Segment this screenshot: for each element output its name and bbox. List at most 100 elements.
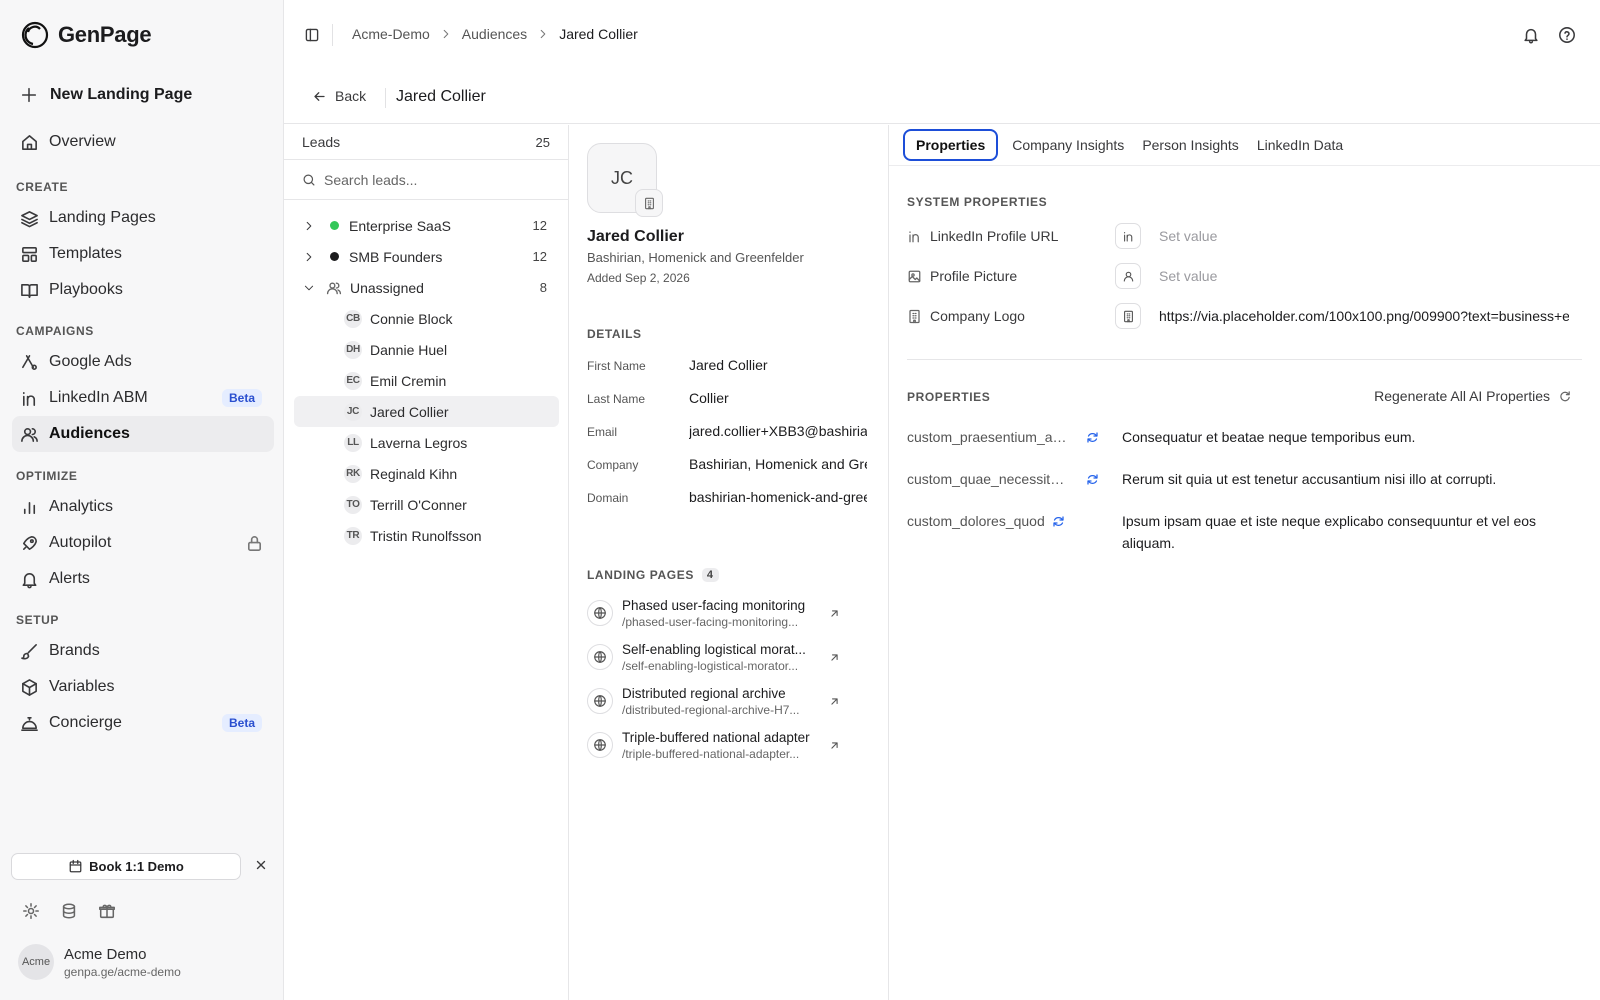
lead-item[interactable]: EC Emil Cremin: [294, 365, 559, 396]
group-enterprise-saas[interactable]: Enterprise SaaS 12: [294, 210, 559, 241]
linkedin-icon: [1123, 231, 1132, 242]
nav-brands[interactable]: Brands: [12, 633, 274, 669]
nav-audiences[interactable]: Audiences: [12, 416, 274, 452]
lead-item[interactable]: LL Laverna Legros: [294, 427, 559, 458]
tab-properties[interactable]: Properties: [903, 129, 999, 161]
nav-templates[interactable]: Templates: [12, 236, 274, 272]
external-link-icon[interactable]: [828, 651, 841, 664]
lead-company: Bashirian, Homenick and Greenfelder: [587, 250, 804, 265]
lead-search: [284, 160, 568, 200]
help-icon[interactable]: [1558, 26, 1576, 44]
lead-initials: TO: [344, 495, 362, 514]
tab-linkedin-data[interactable]: LinkedIn Data: [1249, 129, 1351, 161]
users-icon: [21, 427, 38, 442]
detail-value[interactable]: jared.collier+XBB3@bashirian: [689, 423, 867, 439]
custom-property-value[interactable]: Ipsum ipsam quae et iste neque explicabo…: [1122, 510, 1572, 554]
nav-google-ads[interactable]: Google Ads: [12, 344, 274, 380]
landing-page-title: Phased user-facing monitoring: [622, 597, 806, 613]
landing-page-item[interactable]: Phased user-facing monitoring/phased-use…: [587, 593, 877, 633]
group-unassigned[interactable]: Unassigned 8: [294, 272, 559, 303]
nav-playbooks[interactable]: Playbooks: [12, 272, 274, 308]
external-link-icon[interactable]: [828, 739, 841, 752]
breadcrumb-current: Jared Collier: [559, 26, 638, 42]
system-property-value[interactable]: https://via.placeholder.com/100x100.png/…: [1159, 308, 1569, 324]
system-property-value[interactable]: Set value: [1159, 228, 1217, 244]
nav-concierge[interactable]: Concierge Beta: [12, 705, 274, 741]
sidebar-toggle-icon[interactable]: [304, 27, 320, 43]
company-logo-source-button[interactable]: [1115, 303, 1141, 329]
lead-item[interactable]: DH Dannie Huel: [294, 334, 559, 365]
detail-label: First Name: [587, 359, 646, 373]
custom-property-row: custom_praesentium_ass... Consequatur et…: [907, 429, 1587, 448]
breadcrumb-item[interactable]: Audiences: [462, 26, 527, 42]
calendar-icon: [69, 859, 82, 873]
custom-property-value[interactable]: Consequatur et beatae neque temporibus e…: [1122, 426, 1572, 448]
lead-name-heading: Jared Collier: [587, 228, 684, 245]
custom-property-row: custom_dolores_quod Ipsum ipsam quae et …: [907, 513, 1587, 554]
divider: [889, 165, 1600, 166]
top-bar: Acme-Demo Audiences Jared Collier: [284, 0, 1600, 70]
close-icon[interactable]: [254, 858, 268, 872]
landing-page-title: Triple-buffered national adapter: [622, 729, 810, 745]
search-leads-input[interactable]: [324, 171, 544, 188]
landing-page-item[interactable]: Self-enabling logistical morat.../self-e…: [587, 637, 877, 677]
tab-company-insights[interactable]: Company Insights: [1004, 129, 1132, 161]
chevron-down-icon: [304, 285, 314, 290]
nav-variables[interactable]: Variables: [12, 669, 274, 705]
detail-value[interactable]: Collier: [689, 390, 867, 406]
custom-property-key: custom_dolores_quod: [907, 513, 1045, 529]
new-landing-page-label: New Landing Page: [50, 86, 193, 103]
regenerate-icon[interactable]: [1085, 430, 1100, 445]
new-landing-page-button[interactable]: New Landing Page: [20, 86, 192, 104]
landing-page-item[interactable]: Triple-buffered national adapter/triple-…: [587, 725, 877, 765]
system-property-value[interactable]: Set value: [1159, 268, 1217, 284]
gift-icon[interactable]: [98, 902, 116, 920]
database-icon[interactable]: [60, 902, 78, 920]
nav-landing-pages[interactable]: Landing Pages: [12, 200, 274, 236]
external-link-icon[interactable]: [828, 695, 841, 708]
linkedin-source-button[interactable]: [1115, 223, 1141, 249]
back-button[interactable]: Back: [312, 88, 366, 104]
landing-page-item[interactable]: Distributed regional archive/distributed…: [587, 681, 877, 721]
app-logo[interactable]: GenPage: [20, 20, 152, 50]
group-count: 8: [539, 280, 547, 295]
lead-item[interactable]: CB Connie Block: [294, 303, 559, 334]
tab-person-insights[interactable]: Person Insights: [1134, 129, 1247, 161]
lead-item[interactable]: TO Terrill O'Conner: [294, 489, 559, 520]
lead-name: Dannie Huel: [370, 341, 448, 358]
notifications-bell-icon[interactable]: [1522, 26, 1540, 44]
nav-linkedin-abm[interactable]: LinkedIn ABM Beta: [12, 380, 274, 416]
detail-value[interactable]: bashirian-homenick-and-greenfelder: [689, 489, 867, 505]
lead-added-date: Added Sep 2, 2026: [587, 271, 690, 285]
custom-property-value[interactable]: Rerum sit quia ut est tenetur accusantiu…: [1122, 468, 1572, 490]
gear-icon[interactable]: [22, 902, 40, 920]
book-demo-button[interactable]: Book 1:1 Demo: [11, 853, 241, 880]
nav-overview-label: Overview: [49, 133, 116, 150]
details-heading: DETAILS: [587, 327, 642, 341]
breadcrumb: Acme-Demo Audiences Jared Collier: [352, 26, 638, 42]
breadcrumb-item[interactable]: Acme-Demo: [352, 26, 430, 42]
nav-autopilot[interactable]: Autopilot: [12, 525, 274, 561]
chevron-right-icon: [540, 29, 546, 39]
back-label: Back: [335, 88, 367, 104]
regenerate-icon[interactable]: [1051, 514, 1066, 529]
lead-item[interactable]: RK Reginald Kihn: [294, 458, 559, 489]
landing-pages-count: 4: [701, 568, 719, 582]
divider: [332, 24, 333, 46]
page-title: Jared Collier: [396, 88, 486, 105]
detail-value[interactable]: Jared Collier: [689, 357, 867, 373]
profile-picture-source-button[interactable]: [1115, 263, 1141, 289]
detail-value[interactable]: Bashirian, Homenick and Greenfelder: [689, 456, 867, 472]
nav-overview[interactable]: Overview: [12, 124, 274, 160]
details-title: DETAILS: [587, 327, 642, 341]
regenerate-icon[interactable]: [1085, 472, 1100, 487]
group-smb-founders[interactable]: SMB Founders 12: [294, 241, 559, 272]
external-link-icon[interactable]: [828, 607, 841, 620]
lead-item[interactable]: TR Tristin Runolfsson: [294, 520, 559, 551]
account-switcher[interactable]: Acme Acme Demo genpa.ge/acme-demo: [18, 944, 181, 980]
lead-item-selected[interactable]: JC Jared Collier: [294, 396, 559, 427]
section-setup: SETUP: [16, 613, 60, 627]
nav-alerts[interactable]: Alerts: [12, 561, 274, 597]
nav-analytics[interactable]: Analytics: [12, 489, 274, 525]
regenerate-all-button[interactable]: Regenerate All AI Properties: [1374, 388, 1572, 404]
